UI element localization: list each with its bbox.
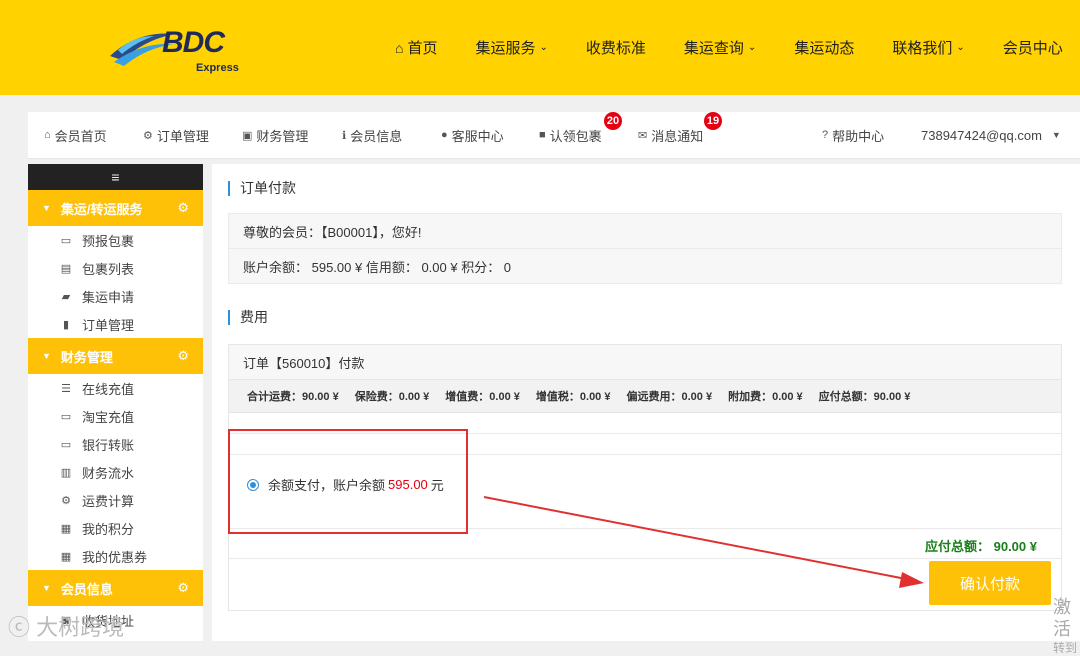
watermark: ⓒ 大树跨境 — [8, 610, 124, 642]
activate-line1: 激活 — [1053, 597, 1071, 639]
annotation-arrow — [483, 496, 924, 588]
activate-windows-overlay: 激活 转到 — [1053, 596, 1080, 656]
activate-line2: 转到 — [1053, 641, 1078, 655]
watermark-text: 大树跨境 — [36, 615, 125, 640]
watermark-logo-icon: ⓒ — [8, 615, 31, 640]
